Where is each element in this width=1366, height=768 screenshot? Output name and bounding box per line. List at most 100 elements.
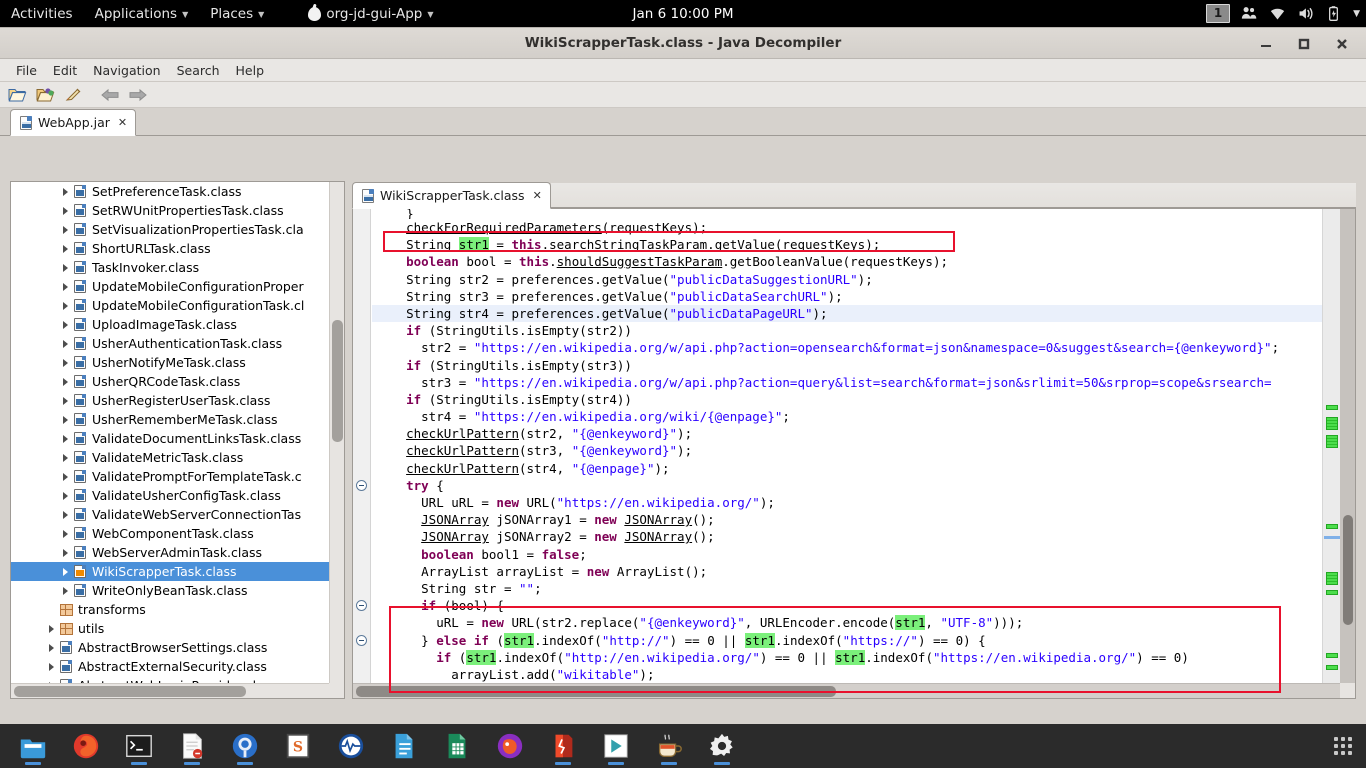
expand-arrow-icon[interactable] (57, 473, 73, 481)
code-line[interactable]: if (StringUtils.isEmpty(str4)) (372, 391, 1322, 408)
expand-arrow-icon[interactable] (57, 226, 73, 234)
code-line[interactable]: ArrayList arrayList = new ArrayList(); (372, 563, 1322, 580)
expand-arrow-icon[interactable] (57, 530, 73, 538)
back-arrow-icon[interactable] (99, 84, 121, 106)
code-line[interactable]: str3 = "https://en.wikipedia.org/w/api.p… (372, 374, 1322, 391)
menu-edit[interactable]: Edit (45, 61, 85, 80)
code-line[interactable]: if (StringUtils.isEmpty(str2)) (372, 322, 1322, 339)
tree-item[interactable]: TaskInvoker.class (11, 258, 329, 277)
menu-navigation[interactable]: Navigation (85, 61, 168, 80)
close-icon[interactable]: ✕ (533, 190, 542, 201)
dock-item-android-studio[interactable] (589, 724, 642, 768)
code-line[interactable]: URL uRL = new URL("https://en.wikipedia.… (372, 494, 1322, 511)
tree-item[interactable]: AbstractBrowserSettings.class (11, 638, 329, 657)
code-line[interactable]: boolean bool1 = false; (372, 546, 1322, 563)
code-line[interactable]: JSONArray jSONArray1 = new JSONArray(); (372, 511, 1322, 528)
tree-item[interactable]: ValidateUsherConfigTask.class (11, 486, 329, 505)
code-line[interactable]: if (bool) { (372, 597, 1322, 614)
menu-search[interactable]: Search (169, 61, 228, 80)
tree-item[interactable]: UsherRegisterUserTask.class (11, 391, 329, 410)
volume-icon[interactable] (1297, 5, 1314, 22)
tree-item[interactable]: ShortURLTask.class (11, 239, 329, 258)
expand-arrow-icon[interactable] (57, 283, 73, 291)
expand-arrow-icon[interactable] (57, 245, 73, 253)
show-applications-button[interactable] (1334, 724, 1352, 768)
expand-arrow-icon[interactable] (57, 454, 73, 462)
code-line[interactable]: if (str1.indexOf("http://en.wikipedia.or… (372, 649, 1322, 666)
class-tree[interactable]: SetPreferenceTask.classSetRWUnitProperti… (11, 182, 329, 683)
expand-arrow-icon[interactable] (57, 207, 73, 215)
code-line[interactable]: JSONArray jSONArray2 = new JSONArray(); (372, 528, 1322, 545)
editor-hscroll-thumb[interactable] (356, 686, 836, 697)
expand-arrow-icon[interactable] (57, 492, 73, 500)
forward-arrow-icon[interactable] (127, 84, 149, 106)
app-menu[interactable]: org-jd-gui-App ▼ (297, 0, 444, 27)
code-line[interactable]: checkForRequiredParameters(requestKeys); (372, 219, 1322, 236)
editor-vscroll-thumb[interactable] (1343, 515, 1353, 625)
tree-vertical-scrollbar[interactable] (329, 182, 344, 683)
dock-item-libreoffice-calc[interactable] (430, 724, 483, 768)
tree-item[interactable]: ValidateWebServerConnectionTas (11, 505, 329, 524)
code-line[interactable]: String str1 = this.searchStringTaskParam… (372, 236, 1322, 253)
tree-item[interactable]: SetRWUnitPropertiesTask.class (11, 201, 329, 220)
code-line[interactable]: String str2 = preferences.getValue("publ… (372, 271, 1322, 288)
chevron-down-icon[interactable]: ▼ (1353, 9, 1360, 19)
tree-item[interactable]: ValidatePromptForTemplateTask.c (11, 467, 329, 486)
editor-horizontal-scrollbar[interactable] (353, 683, 1340, 698)
close-icon[interactable]: ✕ (118, 117, 127, 128)
tree-item[interactable]: SetVisualizationPropertiesTask.cla (11, 220, 329, 239)
expand-arrow-icon[interactable] (57, 435, 73, 443)
dock-item-sublime-text[interactable]: S (271, 724, 324, 768)
tree-item[interactable]: AbstractExternalSecurity.class (11, 657, 329, 676)
minimize-button[interactable] (1258, 36, 1274, 52)
screencast-icon[interactable] (1241, 5, 1258, 22)
expand-arrow-icon[interactable] (43, 644, 59, 652)
places-menu[interactable]: Places ▼ (199, 0, 275, 27)
expand-arrow-icon[interactable] (57, 568, 73, 576)
expand-arrow-icon[interactable] (57, 340, 73, 348)
tree-item[interactable]: utils (11, 619, 329, 638)
editor-vertical-scrollbar[interactable] (1340, 209, 1355, 683)
activities-button[interactable]: Activities (0, 0, 84, 27)
expand-arrow-icon[interactable] (43, 625, 59, 633)
expand-arrow-icon[interactable] (57, 397, 73, 405)
expand-arrow-icon[interactable] (57, 511, 73, 519)
battery-icon[interactable] (1325, 5, 1342, 22)
dock-item-libreoffice-writer[interactable] (377, 724, 430, 768)
code-line[interactable]: try { (372, 477, 1322, 494)
maximize-button[interactable] (1296, 36, 1312, 52)
expand-arrow-icon[interactable] (57, 587, 73, 595)
tree-item[interactable]: WebServerAdminTask.class (11, 543, 329, 562)
dock-item-chromium[interactable] (218, 724, 271, 768)
code-line[interactable]: str4 = "https://en.wikipedia.org/wiki/{@… (372, 408, 1322, 425)
dock-item-firefox[interactable] (59, 724, 112, 768)
expand-arrow-icon[interactable] (43, 663, 59, 671)
wifi-icon[interactable] (1269, 5, 1286, 22)
tree-item[interactable]: UsherNotifyMeTask.class (11, 353, 329, 372)
code-line[interactable]: str2 = "https://en.wikipedia.org/w/api.p… (372, 339, 1322, 356)
expand-arrow-icon[interactable] (57, 416, 73, 424)
expand-arrow-icon[interactable] (57, 264, 73, 272)
dock-item-system-monitor[interactable] (324, 724, 377, 768)
applications-menu[interactable]: Applications ▼ (84, 0, 200, 27)
tab-wikiscrappertask-class[interactable]: WikiScrapperTask.class ✕ (352, 182, 551, 209)
dock-item-terminal[interactable] (112, 724, 165, 768)
tree-item[interactable]: UploadImageTask.class (11, 315, 329, 334)
dock-item-settings[interactable] (695, 724, 748, 768)
tree-item[interactable]: UsherQRCodeTask.class (11, 372, 329, 391)
tab-webapp-jar[interactable]: WebApp.jar ✕ (10, 109, 136, 136)
code-line[interactable]: if (StringUtils.isEmpty(str3)) (372, 357, 1322, 374)
tree-hscroll-thumb[interactable] (14, 686, 246, 697)
code-line[interactable]: String str4 = preferences.getValue("publ… (372, 305, 1322, 322)
tree-item[interactable]: SetPreferenceTask.class (11, 182, 329, 201)
dock-item-gimp[interactable] (483, 724, 536, 768)
menu-help[interactable]: Help (228, 61, 273, 80)
code-line[interactable]: checkUrlPattern(str4, "{@enpage}"); (372, 460, 1322, 477)
overview-ruler[interactable] (1322, 209, 1340, 683)
tree-item[interactable]: UsherAuthenticationTask.class (11, 334, 329, 353)
code-line[interactable]: checkUrlPattern(str3, "{@enkeyword}"); (372, 442, 1322, 459)
close-button[interactable] (1334, 36, 1350, 52)
workspace-indicator[interactable]: 1 (1206, 4, 1230, 23)
tree-horizontal-scrollbar[interactable] (11, 683, 329, 698)
tree-item[interactable]: transforms (11, 600, 329, 619)
